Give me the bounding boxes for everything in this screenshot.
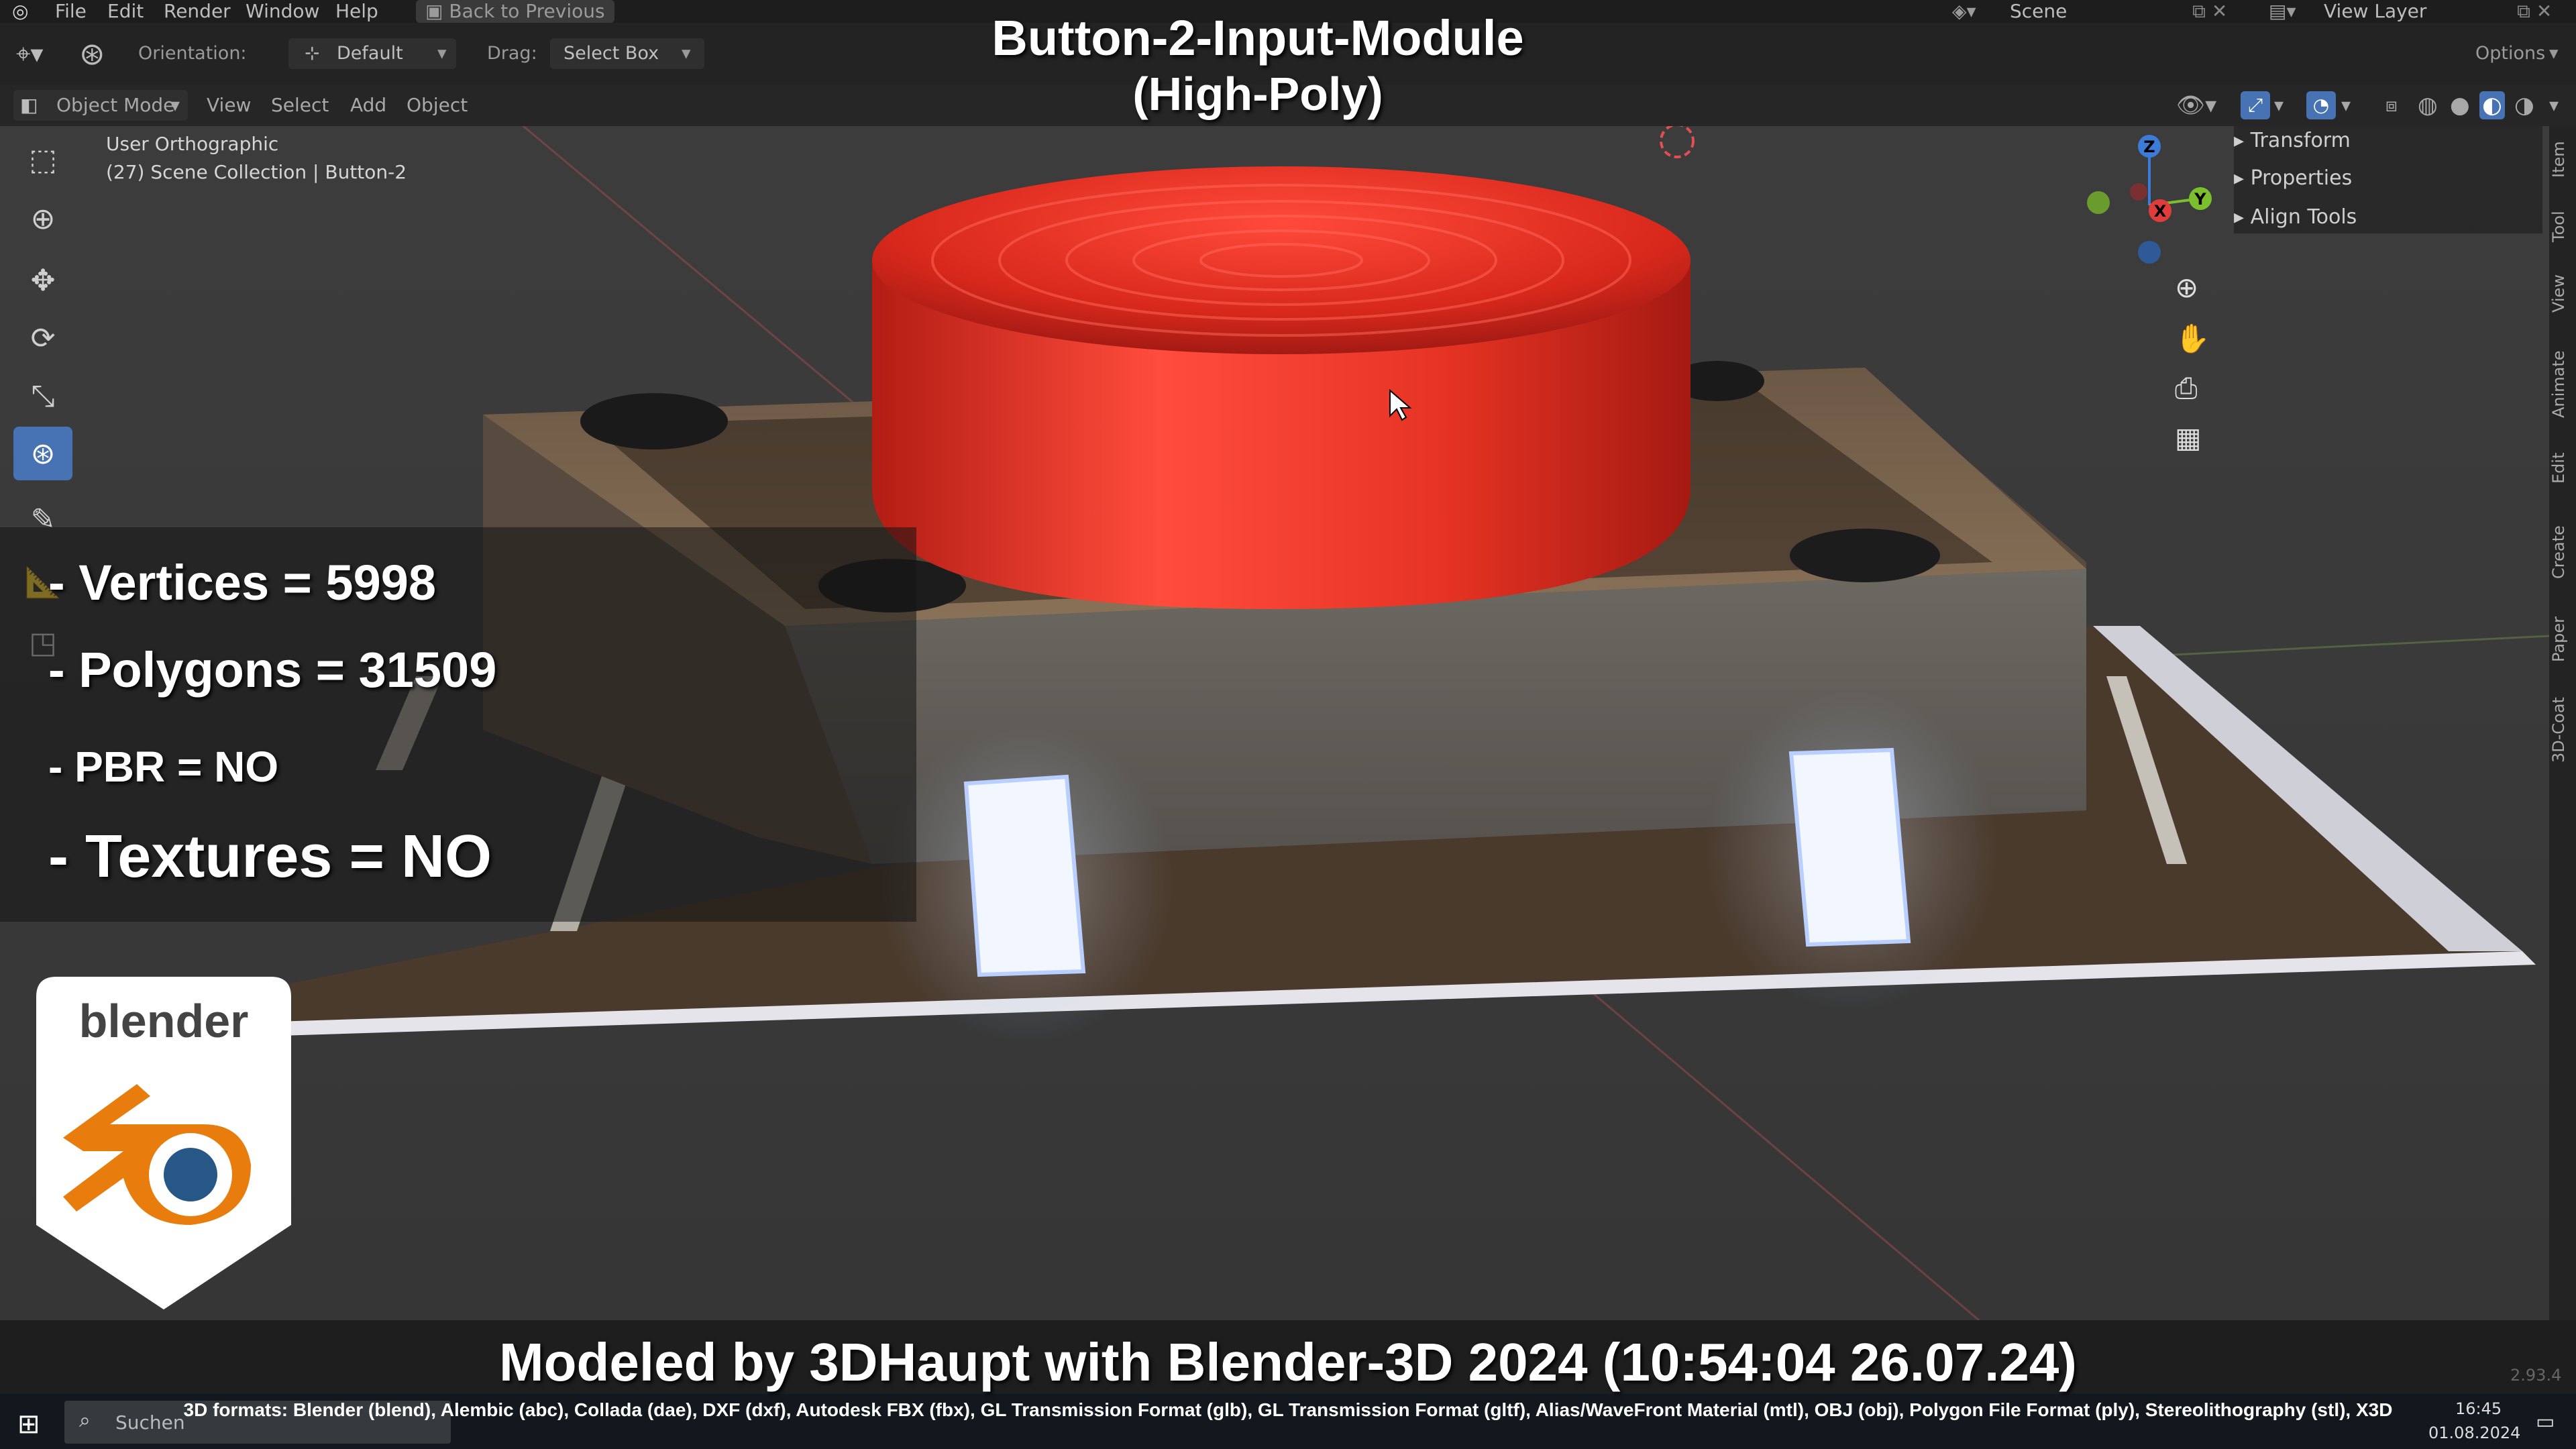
shading-wireframe-icon[interactable]: ◍ [2418, 85, 2438, 126]
taskbar-date: 01.08.2024 [2428, 1424, 2521, 1442]
tab-3d-coat[interactable]: 3D-Coat [2549, 686, 2576, 773]
orientation-icon: ⊹ [305, 43, 320, 64]
npanel-properties[interactable]: ▸ Properties [2234, 166, 2352, 190]
led-left [963, 774, 1086, 977]
shading-solid-icon[interactable]: ● [2450, 85, 2470, 126]
overlay-title: Button-2-Input-Module [991, 10, 1524, 66]
stat-polygons: - Polygons = 31509 [48, 642, 497, 698]
zoom-icon[interactable]: ⊕ [2175, 271, 2198, 304]
orientation-label: Orientation: [138, 43, 247, 64]
triangle-right-icon: ▸ [2234, 129, 2251, 152]
npanel-align-tools[interactable]: ▸ Align Tools [2234, 205, 2357, 229]
menu-render[interactable]: Render [164, 0, 231, 23]
new-view-layer-icon[interactable]: ⧉ ✕ [2517, 0, 2552, 23]
new-scene-icon[interactable]: ⧉ ✕ [2192, 0, 2227, 23]
gizmo-z-label: Z [2143, 138, 2155, 156]
transform-pivot-icon[interactable]: ⊛ [79, 23, 105, 85]
cursor-tool-icon[interactable]: ⊕ [13, 192, 72, 246]
stats-panel: - Vertices = 5998 - Polygons = 31509 - P… [0, 527, 916, 922]
shading-rendered-icon[interactable]: ◑ [2514, 85, 2534, 126]
corner-nub [580, 393, 728, 449]
back-to-previous-button[interactable]: ▣ Back to Previous [416, 0, 614, 23]
visibility-icon[interactable]: 👁▾ [2176, 85, 2216, 126]
tab-item[interactable]: Item [2549, 133, 2576, 186]
menu-view[interactable]: View [207, 85, 251, 126]
scene-icon[interactable]: ◈▾ [1952, 0, 1976, 23]
gizmo-y-label: Y [2194, 190, 2206, 209]
drag-value: Select Box [564, 43, 659, 64]
triangle-right-icon: ▸ [2234, 205, 2251, 229]
credit-line: Modeled by 3DHaupt with Blender-3D 2024 … [499, 1332, 2077, 1392]
corner-nub [1790, 529, 1940, 582]
tab-animate[interactable]: Animate [2549, 341, 2576, 428]
transform-tool-icon[interactable]: ⊛ [13, 427, 72, 480]
menu-select[interactable]: Select [271, 85, 329, 126]
view-layer-selector[interactable]: View Layer [2324, 0, 2426, 23]
select-box-tool-icon[interactable]: ⬚ [13, 133, 72, 186]
navigation-gizmo[interactable]: Z Y X [2066, 126, 2227, 287]
led-right [1788, 747, 1911, 947]
triangle-right-icon: ▸ [2234, 166, 2251, 190]
back-icon: ▣ [425, 0, 449, 22]
tab-view[interactable]: View [2549, 267, 2576, 321]
tab-paper[interactable]: Paper [2549, 606, 2576, 673]
tool-icon[interactable]: ⌖▾ [16, 23, 43, 85]
tab-edit[interactable]: Edit [2549, 441, 2576, 495]
menu-object[interactable]: Object [407, 85, 468, 126]
npanel-transform[interactable]: ▸ Transform [2234, 129, 2351, 152]
gizmo-toggle-icon[interactable]: ⤢ [2241, 91, 2270, 119]
chevron-down-icon: ▾ [2549, 43, 2559, 64]
rotate-tool-icon[interactable]: ⟳ [13, 311, 72, 365]
xray-icon[interactable]: ⧈ [2385, 85, 2398, 126]
stat-pbr: - PBR = NO [48, 743, 279, 791]
tab-tool[interactable]: Tool [2549, 200, 2576, 254]
chevron-down-icon: ▾ [437, 43, 447, 64]
stat-vertices: - Vertices = 5998 [48, 555, 437, 610]
chevron-down-icon: ▾ [2274, 94, 2284, 116]
options-dropdown[interactable]: Options [2475, 23, 2545, 85]
shading-material-icon[interactable]: ◐ [2479, 91, 2505, 119]
blender-logo-text: blender [79, 995, 249, 1047]
overlays-icon[interactable]: ◔ [2306, 91, 2336, 119]
mode-value: Object Mode [56, 94, 175, 116]
stat-textures: - Textures = NO [48, 823, 492, 890]
view-layer-icon[interactable]: ▤▾ [2269, 0, 2296, 23]
chevron-down-icon: ▾ [2341, 94, 2351, 116]
sidebar-tabs: Item Tool View Animate Edit Create Paper… [2549, 126, 2576, 1320]
button-cap-top [872, 166, 1690, 354]
chevron-down-icon: ▾ [2549, 94, 2559, 116]
scale-tool-icon[interactable]: ⤡ [13, 369, 72, 423]
menu-file[interactable]: File [55, 0, 87, 23]
gizmo-x-label: X [2154, 202, 2167, 221]
menu-help[interactable]: Help [335, 0, 378, 23]
chevron-down-icon: ▾ [170, 94, 180, 116]
blender-menu-icon[interactable]: ◎ [12, 0, 28, 23]
3d-cursor [1660, 126, 1695, 158]
blender-logo: blender [36, 977, 291, 1309]
view-name-label: User Orthographic [106, 133, 279, 155]
move-tool-icon[interactable]: ✥ [13, 254, 72, 307]
overlay-subtitle: (High-Poly) [1132, 68, 1383, 120]
chevron-down-icon: ▾ [682, 43, 691, 64]
camera-icon[interactable]: ⎙ [2175, 372, 2198, 405]
menu-window[interactable]: Window [246, 0, 319, 23]
menu-edit[interactable]: Edit [107, 0, 144, 23]
menu-add[interactable]: Add [350, 85, 386, 126]
formats-line: 3D formats: Blender (blend), Alembic (ab… [183, 1399, 2393, 1420]
pan-hand-icon[interactable]: ✋ [2175, 322, 2210, 356]
drag-label: Drag: [487, 43, 537, 64]
collection-label: (27) Scene Collection | Button-2 [106, 161, 407, 183]
object-mode-icon: ◧ [20, 94, 38, 116]
scene-selector[interactable]: Scene [2010, 0, 2067, 23]
tab-create[interactable]: Create [2549, 512, 2576, 592]
orientation-value: Default [337, 43, 403, 64]
perspective-grid-icon[interactable]: ▦ [2175, 421, 2202, 454]
